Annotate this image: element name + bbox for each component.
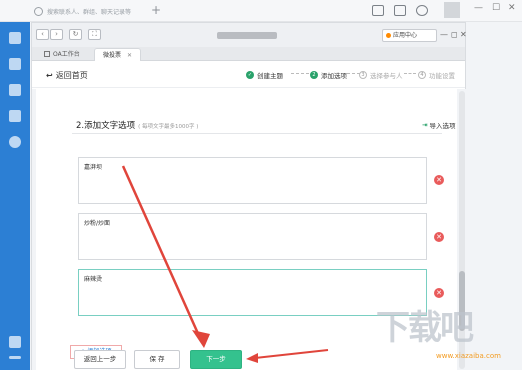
tab-strip: OA工作台 微投票 ✕ [32, 47, 465, 61]
step-4-badge: 4 [418, 71, 426, 79]
back-home-link[interactable]: ↩ 返回首页 [46, 70, 88, 81]
section-title: 2.添加文字选项( 每项文字最多1000字 ) [76, 119, 198, 131]
step-separator [291, 73, 309, 74]
app-topbar: 搜索联系人、群组、聊天记录等 + — ☐ ✕ [0, 0, 522, 22]
chat-icon[interactable] [9, 32, 21, 44]
option-text: 嘉湃坝 [84, 164, 103, 171]
close-icon[interactable]: ✕ [508, 3, 516, 13]
restore-icon[interactable]: ◻ [451, 30, 458, 39]
tab-label: 微投票 [103, 52, 122, 59]
tab-label: OA工作台 [53, 51, 80, 58]
browser-navbar: ‹ › ↻ ⛶ 应用中心 — ◻ ✕ [32, 23, 467, 47]
minimize-icon[interactable]: — [474, 3, 483, 13]
minimize-icon[interactable]: — [440, 30, 448, 39]
refresh-icon[interactable]: ↻ [69, 29, 82, 40]
url-bar [217, 32, 277, 39]
home-icon [44, 51, 50, 57]
step-3-label: 选择参与人 [370, 72, 403, 80]
app-center-label: 应用中心 [393, 32, 418, 39]
step-separator [404, 73, 416, 74]
apps-grid-icon[interactable] [9, 336, 21, 348]
step-3-badge: 3 [359, 71, 367, 79]
delete-option-icon[interactable]: ✕ [434, 232, 444, 242]
delete-option-icon[interactable]: ✕ [434, 288, 444, 298]
nav-back-icon[interactable]: ‹ [36, 29, 49, 40]
search-placeholder: 搜索联系人、群组、聊天记录等 [47, 8, 132, 16]
next-step-button[interactable]: 下一步 [190, 350, 242, 369]
fullscreen-icon[interactable]: ⛶ [88, 29, 101, 40]
close-icon[interactable]: ✕ [460, 30, 467, 39]
tab-vote[interactable]: 微投票 ✕ [94, 48, 142, 61]
screen-icon[interactable] [372, 5, 384, 16]
import-icon: ⇥ [422, 121, 428, 129]
step-2-label: 添加选项 [321, 72, 347, 80]
option-input-1[interactable]: 嘉湃坝 [78, 157, 427, 204]
app-center-icon [386, 33, 391, 38]
monitor-icon[interactable] [394, 5, 406, 16]
menu-icon[interactable] [9, 356, 21, 359]
edit-icon[interactable] [9, 58, 21, 70]
add-icon[interactable]: + [150, 4, 162, 16]
close-tab-icon[interactable]: ✕ [127, 52, 132, 59]
prev-step-button[interactable]: 返回上一步 [74, 350, 126, 369]
phone-icon[interactable] [9, 110, 21, 122]
app-center-button[interactable]: 应用中心 [382, 29, 437, 42]
import-label: 导入选项 [429, 122, 456, 130]
search-icon [34, 6, 43, 16]
step-4: 4 功能设置 [418, 70, 455, 80]
watermark-url: www.xiazaiba.com [436, 352, 501, 360]
step-3: 3 选择参与人 [359, 70, 403, 80]
back-label: 返回首页 [55, 71, 88, 80]
option-input-3[interactable]: 麻辣烫 [78, 269, 427, 316]
option-text: 麻辣烫 [84, 276, 103, 283]
option-input-2[interactable]: 炒粉/炒面 [78, 213, 427, 260]
step-4-label: 功能设置 [429, 72, 455, 80]
maximize-icon[interactable]: ☐ [492, 3, 500, 13]
avatar[interactable] [444, 2, 460, 18]
tab-oa[interactable]: OA工作台 [36, 48, 88, 61]
back-arrow-icon: ↩ [46, 71, 53, 80]
step-1-badge: ✓ [246, 71, 254, 79]
section-title-text: 2.添加文字选项 [76, 121, 136, 131]
watermark: 下载吧 www.xiazaiba.com [376, 300, 516, 370]
section-hint: ( 每项文字最多1000字 ) [138, 124, 199, 130]
step-2: 2 添加选项 [310, 70, 347, 80]
step-1-label: 创建主题 [257, 72, 283, 80]
cloud-icon[interactable] [9, 136, 21, 148]
cloud-icon[interactable] [416, 5, 428, 16]
nav-forward-icon[interactable]: › [50, 29, 63, 40]
left-dock [0, 22, 30, 370]
step-2-badge: 2 [310, 71, 318, 79]
step-1: ✓ 创建主题 [246, 70, 283, 80]
global-search[interactable]: 搜索联系人、群组、聊天记录等 [34, 3, 154, 19]
watermark-logo: 下载吧 [376, 308, 474, 348]
contacts-icon[interactable] [9, 84, 21, 96]
save-button[interactable]: 保 存 [134, 350, 180, 369]
section-divider [72, 133, 442, 134]
option-text: 炒粉/炒面 [84, 220, 111, 227]
wizard-header: ↩ 返回首页 ✓ 创建主题 2 添加选项 3 选择参与人 4 功能设置 [32, 62, 465, 88]
delete-option-icon[interactable]: ✕ [434, 175, 444, 185]
import-options-button[interactable]: ⇥ 导入选项 [422, 120, 455, 130]
